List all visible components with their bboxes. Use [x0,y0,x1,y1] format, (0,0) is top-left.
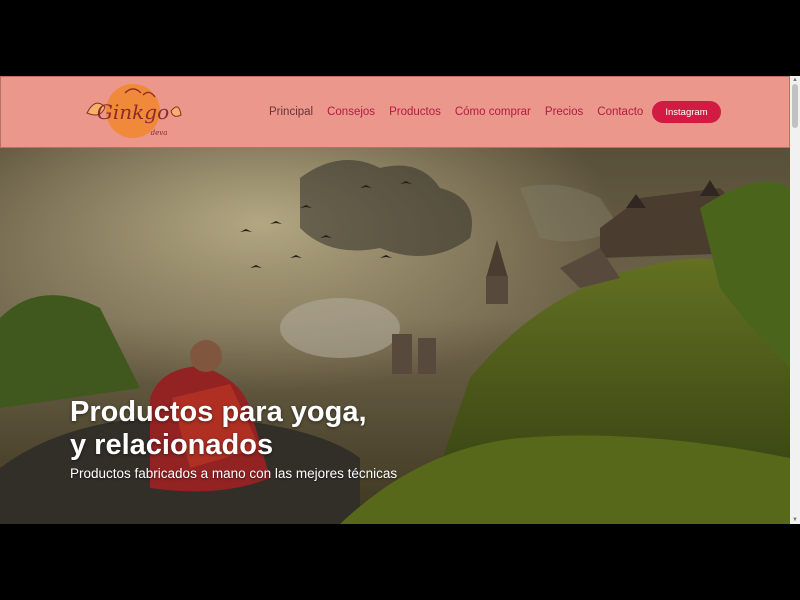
site-header: Ginkgo deva Principal Consejos Productos… [0,76,790,148]
scroll-up-arrow-icon[interactable]: ▲ [790,76,800,84]
instagram-button[interactable]: Instagram [652,101,721,123]
nav-item-contacto[interactable]: Contacto [597,106,643,118]
hero-title-line2: y relacionados [70,429,274,462]
page-scrollbar[interactable]: ▲ ▼ [790,76,800,524]
scroll-down-arrow-icon[interactable]: ▼ [790,516,800,524]
nav-item-como-comprar[interactable]: Cómo comprar [455,106,531,118]
logo-text: Ginkgo [97,100,169,124]
nav-item-precios[interactable]: Precios [545,106,583,118]
browser-viewport: Ginkgo deva Principal Consejos Productos… [0,76,790,524]
main-nav: Principal Consejos Productos Cómo compra… [269,77,657,147]
nav-item-productos[interactable]: Productos [389,106,441,118]
scroll-thumb[interactable] [792,84,798,128]
ginkgo-leaf-icon: Ginkgo deva [86,84,182,138]
logo-subtext: deva [151,129,168,137]
nav-item-consejos[interactable]: Consejos [327,106,375,118]
hero-subtitle: Productos fabricados a mano con las mejo… [70,466,398,481]
nav-item-principal[interactable]: Principal [269,106,313,118]
ginkgo-logo[interactable]: Ginkgo deva [81,83,185,139]
hero-title: Productos para yoga, y relacionados [70,396,367,462]
hero-title-line1: Productos para yoga, [70,396,367,428]
hero-section: Productos para yoga, y relacionados Prod… [0,148,790,524]
